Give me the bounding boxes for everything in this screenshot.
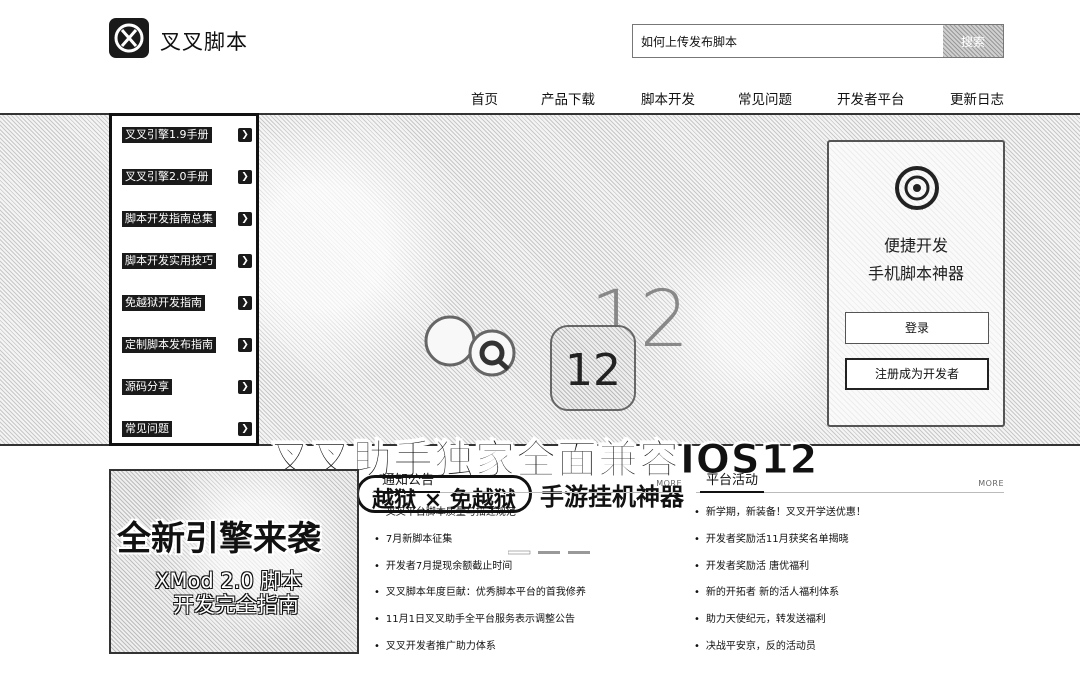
notice-item[interactable]: 叉叉开发者推广助力体系 <box>374 637 674 664</box>
chevron-right-icon: ❯ <box>238 380 252 394</box>
notice-item[interactable]: 叉叉平台脚本质量与描述规范 <box>374 503 674 530</box>
logo-text[interactable]: 叉叉脚本 <box>160 26 248 56</box>
login-card-title: 便捷开发 手机脚本神器 <box>829 232 1003 288</box>
login-card-title-line1: 便捷开发 <box>883 236 948 255</box>
side-menu-item[interactable]: 常见问题 ❯ <box>122 419 252 439</box>
login-card-title-line2: 手机脚本神器 <box>867 264 964 283</box>
side-menu-label: 定制脚本发布指南 <box>122 337 216 353</box>
notice-item[interactable]: 7月新脚本征集 <box>374 530 674 557</box>
nav-item-home[interactable]: 首页 <box>471 88 498 108</box>
side-menu-item[interactable]: 脚本开发指南总集 ❯ <box>122 209 252 229</box>
side-menu: 叉叉引擎1.9手册 ❯ 叉叉引擎2.0手册 ❯ 脚本开发指南总集 ❯ 脚本开发实… <box>109 113 259 446</box>
login-card: 便捷开发 手机脚本神器 登录 注册成为开发者 <box>827 140 1005 427</box>
side-menu-item[interactable]: 叉叉引擎2.0手册 ❯ <box>122 167 252 187</box>
activity-item[interactable]: 开发者奖励活 唐优福利 <box>694 557 1004 584</box>
nav-item-download[interactable]: 产品下载 <box>541 88 595 108</box>
chevron-right-icon: ❯ <box>238 296 252 310</box>
side-menu-label: 叉叉引擎1.9手册 <box>122 127 212 143</box>
side-menu-item[interactable]: 叉叉引擎1.9手册 ❯ <box>122 125 252 145</box>
chevron-right-icon: ❯ <box>238 338 252 352</box>
side-menu-label: 叉叉引擎2.0手册 <box>122 169 212 185</box>
nav-item-developer-platform[interactable]: 开发者平台 <box>837 88 905 108</box>
notice-item[interactable]: 开发者7月提现余额截止时间 <box>374 557 674 584</box>
camera-icon <box>893 164 941 216</box>
side-menu-item[interactable]: 定制脚本发布指南 ❯ <box>122 335 252 355</box>
side-menu-label: 脚本开发实用技巧 <box>122 253 216 269</box>
chevron-right-icon: ❯ <box>238 170 252 184</box>
main-nav: 首页 产品下载 脚本开发 常见问题 开发者平台 更新日志 <box>0 88 1080 108</box>
chevron-right-icon: ❯ <box>238 212 252 226</box>
activity-item[interactable]: 决战平安京，反的活动员 <box>694 637 1004 664</box>
side-menu-item[interactable]: 脚本开发实用技巧 ❯ <box>122 251 252 271</box>
promo-banner-xmod[interactable]: 全新引擎来袭 XMod 2.0 脚本 开发完全指南 <box>109 469 359 654</box>
nav-item-script-dev[interactable]: 脚本开发 <box>641 88 695 108</box>
search-button[interactable]: 搜索 <box>943 25 1003 57</box>
side-menu-label: 源码分享 <box>122 379 172 395</box>
side-menu-label: 免越狱开发指南 <box>122 295 205 311</box>
tab-notices[interactable]: 通知公告 <box>376 471 441 493</box>
side-menu-label: 脚本开发指南总集 <box>122 211 216 227</box>
chevron-right-icon: ❯ <box>238 128 252 142</box>
side-menu-item[interactable]: 免越狱开发指南 ❯ <box>122 293 252 313</box>
side-menu-label: 常见问题 <box>122 421 172 437</box>
search-input[interactable] <box>633 25 943 57</box>
register-developer-button[interactable]: 注册成为开发者 <box>845 358 989 390</box>
notice-item[interactable]: 11月1日叉叉助手全平台服务表示调整公告 <box>374 610 674 637</box>
ios-version-number: 12 <box>565 345 621 396</box>
tab-activities[interactable]: 平台活动 <box>700 471 765 493</box>
activity-item[interactable]: 新学期，新装备！叉叉开学送优惠！ <box>694 503 1004 530</box>
ios12-icon: 12 <box>550 325 636 411</box>
activity-item[interactable]: 助力天使纪元，转发送福利 <box>694 610 1004 637</box>
activities-more-link[interactable]: MORE <box>978 479 1004 488</box>
chevron-right-icon: ❯ <box>238 254 252 268</box>
activities-header: 平台活动 MORE <box>696 471 1004 493</box>
nav-item-changelog[interactable]: 更新日志 <box>950 88 1004 108</box>
promo-title: 全新引擎来袭 <box>117 519 321 559</box>
login-button[interactable]: 登录 <box>845 312 989 344</box>
chevron-right-icon: ❯ <box>238 422 252 436</box>
activity-item[interactable]: 开发者奖励活11月获奖名单揭晓 <box>694 530 1004 557</box>
qq-logo-icon <box>420 305 530 389</box>
notices-more-link[interactable]: MORE <box>656 479 682 488</box>
activities-list: 新学期，新装备！叉叉开学送优惠！ 开发者奖励活11月获奖名单揭晓 开发者奖励活 … <box>694 503 1004 664</box>
logo-icon[interactable] <box>109 18 149 58</box>
notices-header: 通知公告 MORE <box>372 471 682 493</box>
notice-item[interactable]: 叉叉脚本年度巨献：优秀脚本平台的首我修养 <box>374 583 674 610</box>
activity-item[interactable]: 新的开拓者 新的活人福利体系 <box>694 583 1004 610</box>
notices-list: 叉叉平台脚本质量与描述规范 7月新脚本征集 开发者7月提现余额截止时间 叉叉脚本… <box>374 503 674 664</box>
nav-item-faq[interactable]: 常见问题 <box>738 88 792 108</box>
search-bar: 搜索 <box>632 24 1004 58</box>
side-menu-item[interactable]: 源码分享 ❯ <box>122 377 252 397</box>
promo-line2: 开发完全指南 <box>173 593 299 617</box>
